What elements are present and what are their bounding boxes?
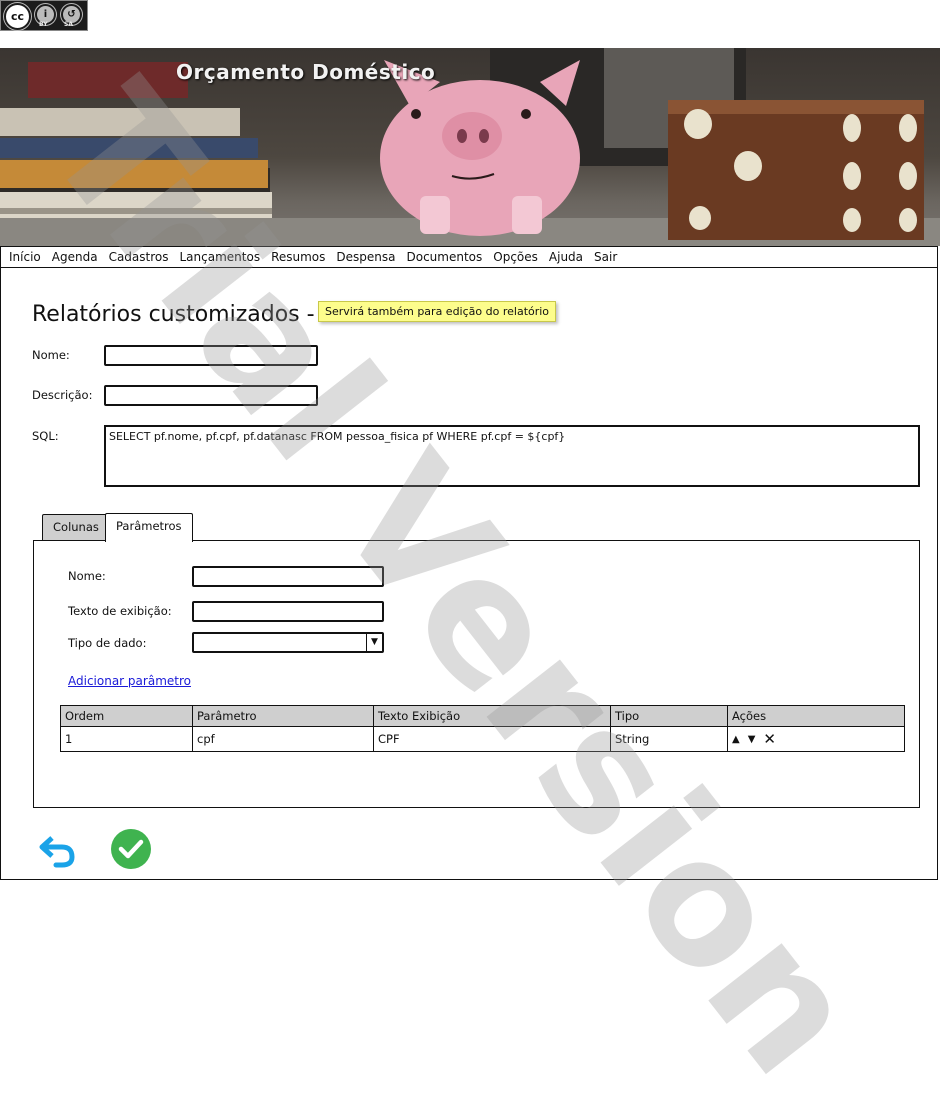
param-nome-label: Nome:	[68, 569, 106, 583]
cell-acoes: ▲ ▼ ✕	[727, 726, 905, 752]
col-ordem: Ordem	[60, 705, 193, 727]
param-texto-label: Texto de exibição:	[68, 604, 172, 618]
col-parametro: Parâmetro	[192, 705, 374, 727]
banner-image	[0, 48, 940, 246]
header-banner: Orçamento Doméstico	[0, 48, 940, 246]
menu-item-cadastros[interactable]: Cadastros	[109, 250, 169, 264]
menu-item-ajuda[interactable]: Ajuda	[549, 250, 583, 264]
back-icon[interactable]	[38, 834, 78, 868]
menu-bar: Início Agenda Cadastros Lançamentos Resu…	[0, 246, 938, 268]
menu-item-opcoes[interactable]: Opções	[493, 250, 538, 264]
by-label: BY	[39, 21, 48, 28]
menu-item-agenda[interactable]: Agenda	[52, 250, 98, 264]
menu-item-despensa[interactable]: Despensa	[336, 250, 395, 264]
menu-item-lancamentos[interactable]: Lançamentos	[180, 250, 261, 264]
move-down-icon[interactable]: ▼	[748, 734, 756, 745]
page-title: Relatórios customizados -	[32, 302, 315, 327]
param-tipo-select[interactable]: ▼	[192, 632, 384, 653]
move-up-icon[interactable]: ▲	[732, 734, 740, 745]
sa-label: SA	[64, 21, 73, 28]
cell-texto: CPF	[373, 726, 611, 752]
table-header-row: Ordem Parâmetro Texto Exibição Tipo Açõe…	[60, 705, 905, 727]
page-title-text: Relatórios customizados -	[32, 302, 315, 327]
tab-parametros[interactable]: Parâmetros	[105, 513, 193, 542]
edit-note-tooltip: Servirá também para edição do relatório	[318, 301, 557, 322]
tab-colunas[interactable]: Colunas	[42, 514, 110, 540]
nome-input[interactable]	[104, 345, 318, 366]
license-badge: cc i ↺ BY SA	[0, 0, 88, 31]
app-title: Orçamento Doméstico	[176, 60, 436, 84]
param-nome-input[interactable]	[192, 566, 384, 587]
delete-icon[interactable]: ✕	[763, 730, 776, 748]
descricao-label: Descrição:	[32, 388, 93, 402]
add-parameter-link[interactable]: Adicionar parâmetro	[68, 674, 191, 688]
cell-parametro: cpf	[192, 726, 374, 752]
nome-label: Nome:	[32, 348, 70, 362]
chevron-down-icon[interactable]: ▼	[366, 634, 382, 651]
sql-textarea[interactable]: SELECT pf.nome, pf.cpf, pf.datanasc FROM…	[104, 425, 920, 487]
menu-item-inicio[interactable]: Início	[9, 250, 41, 264]
col-tipo: Tipo	[610, 705, 728, 727]
col-acoes: Ações	[727, 705, 905, 727]
parameters-table: Ordem Parâmetro Texto Exibição Tipo Açõe…	[60, 705, 905, 752]
cell-tipo: String	[610, 726, 728, 752]
param-tipo-label: Tipo de dado:	[68, 636, 147, 650]
menu-item-resumos[interactable]: Resumos	[271, 250, 325, 264]
cell-ordem: 1	[60, 726, 193, 752]
menu-item-sair[interactable]: Sair	[594, 250, 617, 264]
col-texto-exibicao: Texto Exibição	[373, 705, 611, 727]
sql-label: SQL:	[32, 429, 59, 443]
menu-item-documentos[interactable]: Documentos	[407, 250, 483, 264]
table-row: 1 cpf CPF String ▲ ▼ ✕	[60, 726, 905, 752]
param-texto-input[interactable]	[192, 601, 384, 622]
confirm-check-icon[interactable]	[110, 828, 152, 870]
cc-icon: cc	[4, 3, 31, 30]
descricao-input[interactable]	[104, 385, 318, 406]
